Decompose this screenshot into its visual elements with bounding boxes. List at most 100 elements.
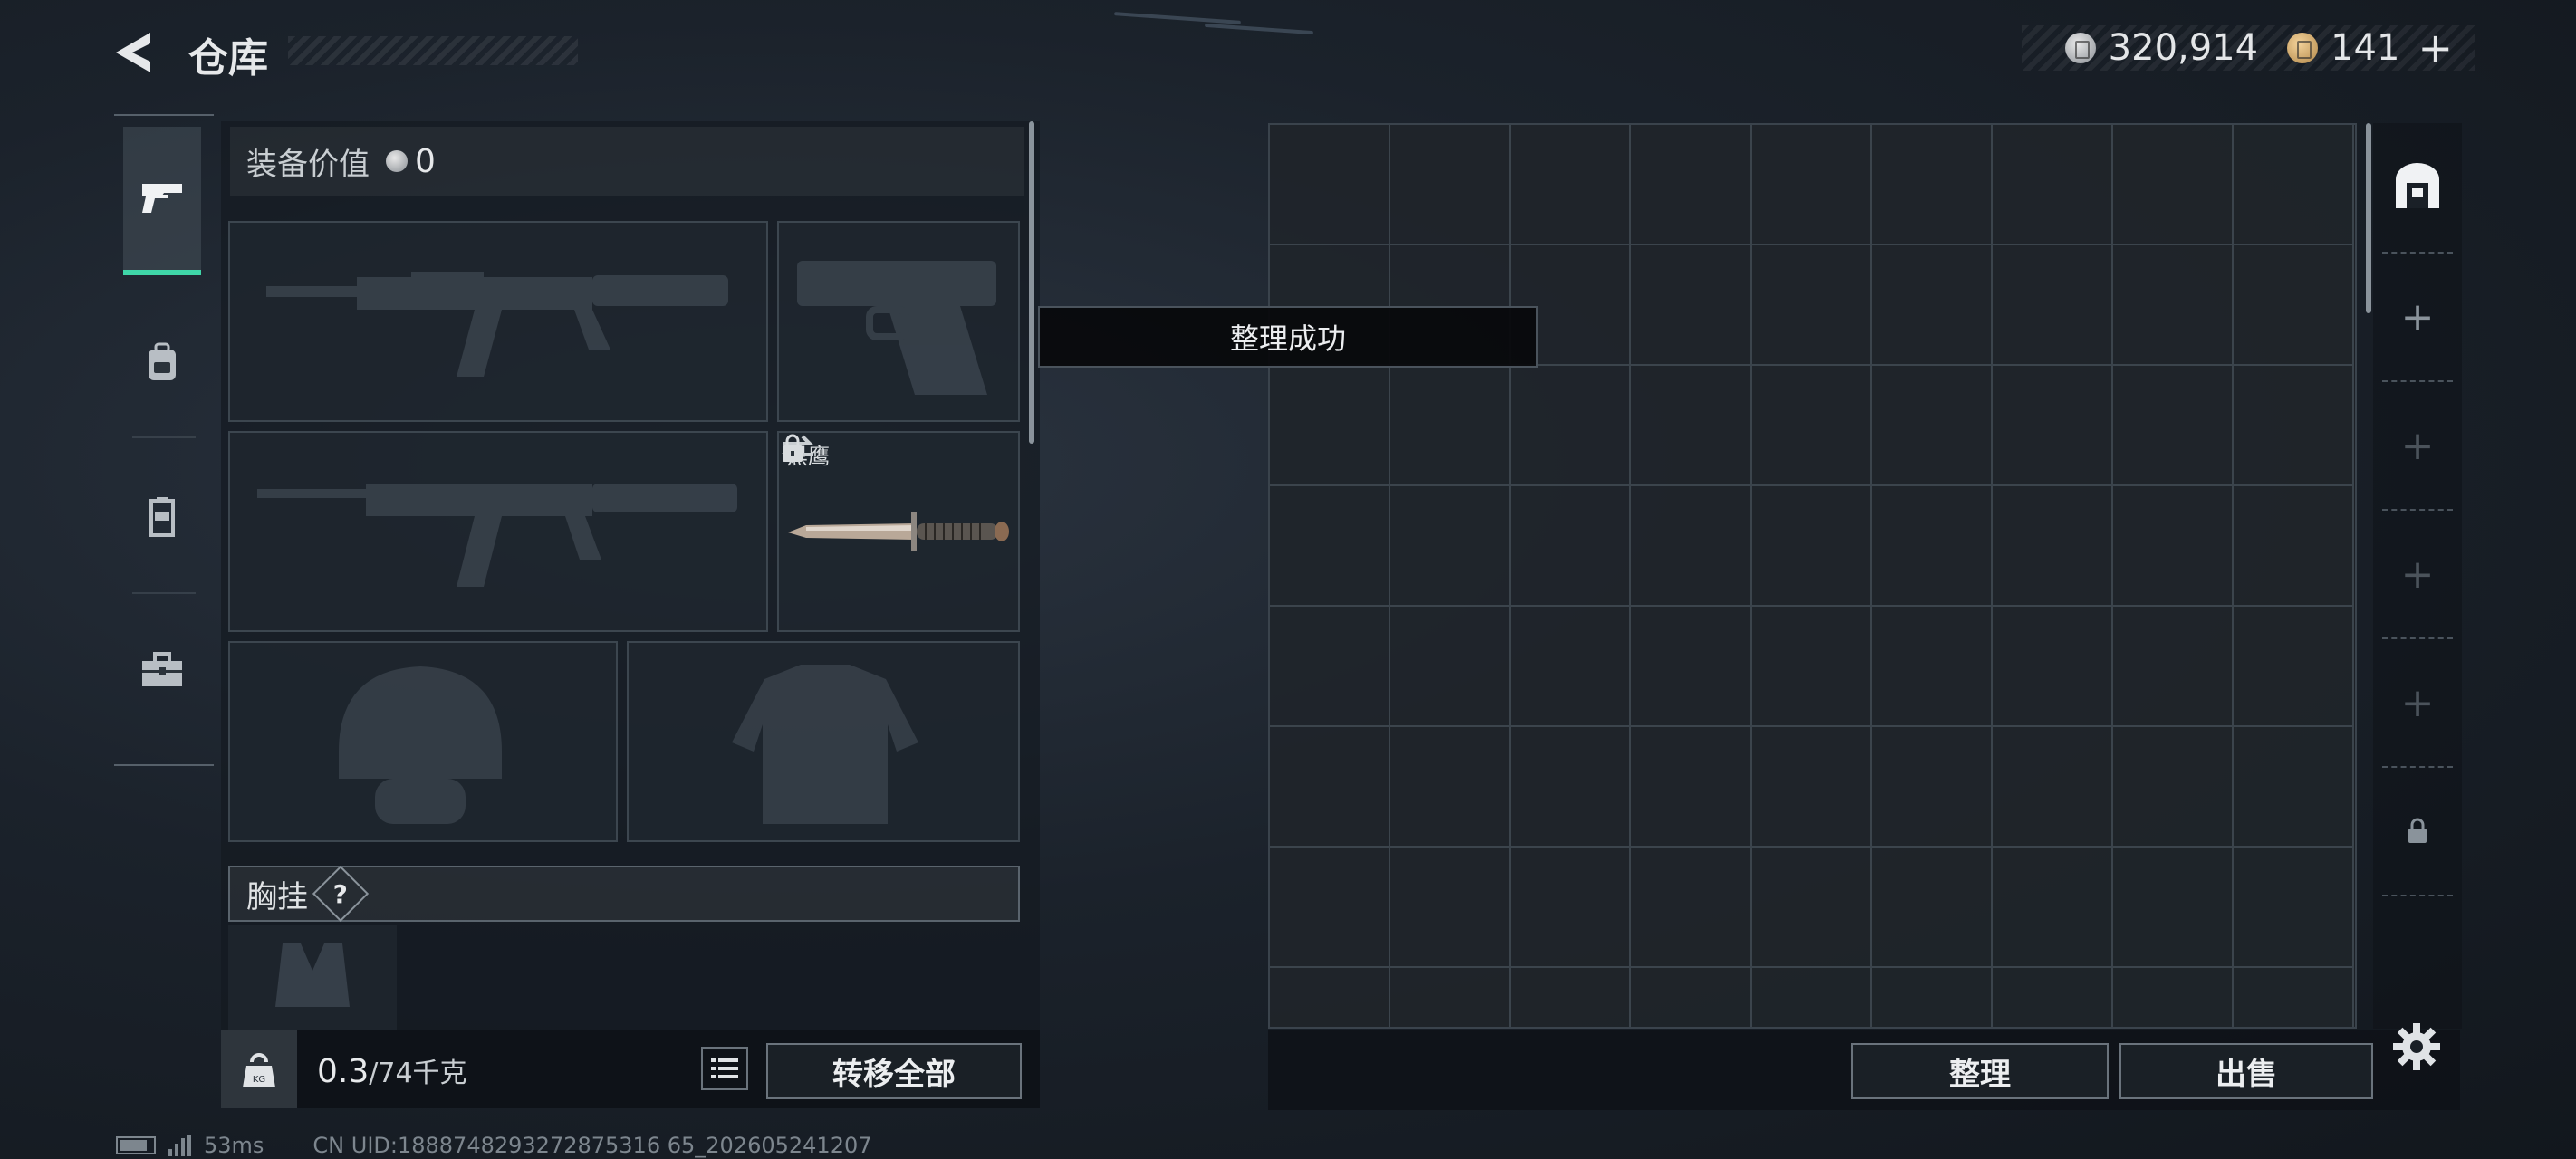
storage-cell[interactable] <box>2234 366 2354 486</box>
storage-cell[interactable] <box>2234 607 2354 727</box>
nav-item-toolbox[interactable] <box>123 596 201 744</box>
storage-cell[interactable] <box>1993 125 2113 245</box>
storage-cell[interactable] <box>1270 366 1390 486</box>
storage-cell[interactable] <box>1511 727 1631 848</box>
storage-cell[interactable] <box>1390 366 1511 486</box>
storage-cell[interactable] <box>1993 727 2113 848</box>
storage-cell[interactable] <box>1872 848 1993 968</box>
storage-cell[interactable] <box>1631 245 1752 366</box>
storage-cell[interactable] <box>1752 125 1872 245</box>
storage-cell[interactable] <box>1270 848 1390 968</box>
storage-cell[interactable] <box>1270 968 1390 1027</box>
storage-cell[interactable] <box>1993 848 2113 968</box>
storage-cell[interactable] <box>1752 245 1872 366</box>
storage-cell[interactable] <box>2234 727 2354 848</box>
storage-cell[interactable] <box>2234 245 2354 366</box>
storage-cell[interactable] <box>1511 968 1631 1027</box>
storage-tab-add-1[interactable]: + <box>2373 254 2462 380</box>
slot-helmet[interactable] <box>228 641 618 842</box>
storage-cell[interactable] <box>2113 486 2234 607</box>
storage-cell[interactable] <box>2113 727 2234 848</box>
storage-cell[interactable] <box>1270 125 1390 245</box>
storage-cell[interactable] <box>1872 366 1993 486</box>
storage-cell[interactable] <box>2234 486 2354 607</box>
storage-tab-locked[interactable] <box>2373 768 2462 895</box>
storage-cell[interactable] <box>1270 607 1390 727</box>
storage-cell[interactable] <box>1390 607 1511 727</box>
nav-item-backpack[interactable] <box>123 288 201 436</box>
storage-tab-add-3[interactable]: + <box>2373 511 2462 637</box>
storage-cell[interactable] <box>2234 968 2354 1027</box>
list-view-button[interactable] <box>701 1047 748 1090</box>
storage-cell[interactable] <box>1631 607 1752 727</box>
storage-cell[interactable] <box>1872 727 1993 848</box>
storage-cell[interactable] <box>2113 125 2234 245</box>
storage-grid[interactable] <box>1268 123 2357 1029</box>
background-light-streak <box>1205 23 1313 35</box>
storage-cell[interactable] <box>1631 486 1752 607</box>
storage-cell[interactable] <box>1872 245 1993 366</box>
nav-item-weapons[interactable] <box>123 127 201 275</box>
storage-cell[interactable] <box>2234 125 2354 245</box>
storage-cell[interactable] <box>1752 486 1872 607</box>
storage-cell[interactable] <box>1993 486 2113 607</box>
storage-cell[interactable] <box>2113 366 2234 486</box>
storage-cell[interactable] <box>1631 366 1752 486</box>
storage-cell[interactable] <box>1993 366 2113 486</box>
storage-cell[interactable] <box>1631 848 1752 968</box>
storage-cell[interactable] <box>1752 848 1872 968</box>
storage-tab-main[interactable] <box>2373 123 2462 250</box>
storage-tab-add-4[interactable]: + <box>2373 639 2462 766</box>
add-currency-button[interactable]: + <box>2417 24 2453 72</box>
loadout-scrollbar[interactable] <box>1029 121 1034 444</box>
storage-cell[interactable] <box>2113 245 2234 366</box>
storage-cell[interactable] <box>1390 968 1511 1027</box>
storage-cell[interactable] <box>2113 968 2234 1027</box>
storage-cell[interactable] <box>1270 727 1390 848</box>
storage-cell[interactable] <box>1872 968 1993 1027</box>
storage-cell[interactable] <box>1631 968 1752 1027</box>
toolbox-icon <box>142 652 182 686</box>
storage-cell[interactable] <box>2234 848 2354 968</box>
storage-cell[interactable] <box>1511 848 1631 968</box>
slot-primary-weapon-2[interactable] <box>228 431 768 632</box>
storage-cell[interactable] <box>1511 607 1631 727</box>
storage-cell[interactable] <box>1752 727 1872 848</box>
slot-sidearm[interactable] <box>777 221 1020 422</box>
storage-cell[interactable] <box>1993 607 2113 727</box>
storage-cell[interactable] <box>2113 848 2234 968</box>
storage-cell[interactable] <box>1872 486 1993 607</box>
storage-cell[interactable] <box>2113 607 2234 727</box>
storage-scrollbar[interactable] <box>2366 123 2371 313</box>
slot-body-armor[interactable] <box>627 641 1020 842</box>
slot-chest-rig[interactable] <box>228 925 397 1030</box>
storage-cell[interactable] <box>1511 366 1631 486</box>
storage-cell[interactable] <box>1872 607 1993 727</box>
back-button[interactable] <box>109 27 163 78</box>
sell-button[interactable]: 出售 <box>2119 1043 2373 1099</box>
storage-cell[interactable] <box>1270 486 1390 607</box>
sort-button[interactable]: 整理 <box>1851 1043 2109 1099</box>
slot-melee[interactable]: 黑鹰 <box>777 431 1020 632</box>
storage-cell[interactable] <box>1993 245 2113 366</box>
storage-cell[interactable] <box>1390 848 1511 968</box>
storage-cell[interactable] <box>1511 125 1631 245</box>
storage-cell[interactable] <box>1752 607 1872 727</box>
storage-cell[interactable] <box>1752 366 1872 486</box>
storage-cell[interactable] <box>1631 727 1752 848</box>
storage-cell[interactable] <box>1993 968 2113 1027</box>
storage-cell[interactable] <box>1390 486 1511 607</box>
nav-divider <box>132 436 196 438</box>
storage-cell[interactable] <box>1752 968 1872 1027</box>
help-button[interactable]: ? <box>312 865 370 923</box>
storage-cell[interactable] <box>1390 727 1511 848</box>
storage-cell[interactable] <box>1631 125 1752 245</box>
storage-cell[interactable] <box>1511 486 1631 607</box>
settings-button[interactable] <box>2391 1021 2442 1072</box>
storage-cell[interactable] <box>1390 125 1511 245</box>
transfer-all-button[interactable]: 转移全部 <box>766 1043 1022 1099</box>
nav-item-armor[interactable] <box>123 444 201 592</box>
storage-cell[interactable] <box>1872 125 1993 245</box>
storage-tab-add-2[interactable]: + <box>2373 382 2462 509</box>
slot-primary-weapon-1[interactable] <box>228 221 768 422</box>
